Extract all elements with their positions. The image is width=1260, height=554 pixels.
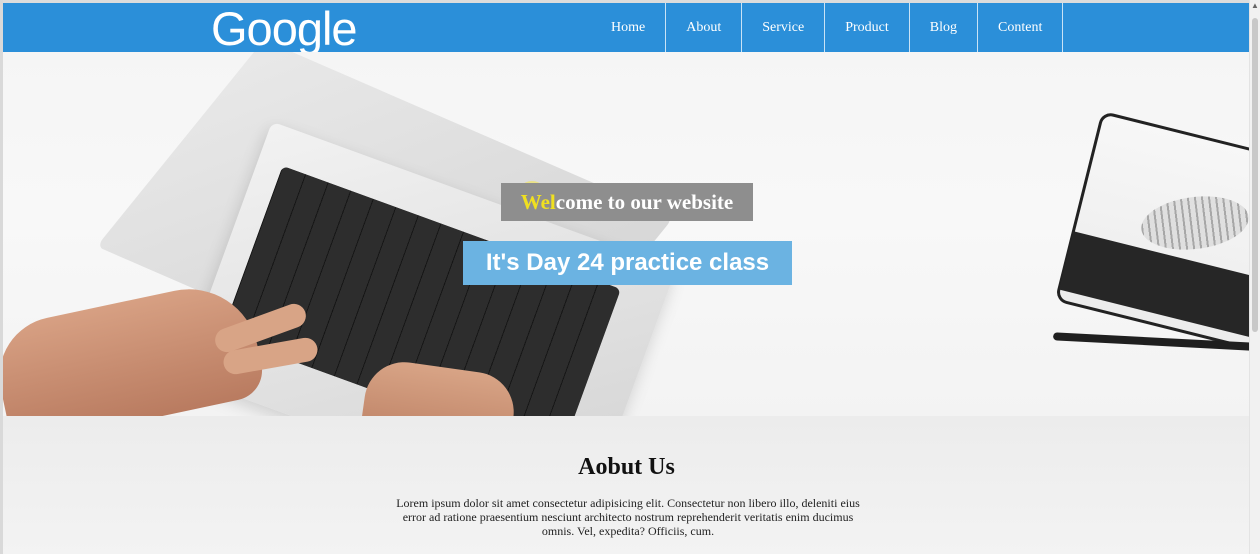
nav-item-service[interactable]: Service — [742, 3, 826, 52]
scroll-up-arrow-icon[interactable]: ▲ — [1251, 2, 1259, 10]
welcome-text: come to our website — [555, 189, 734, 214]
vertical-scrollbar[interactable]: ▲ — [1249, 0, 1260, 554]
scrollbar-thumb[interactable] — [1252, 18, 1258, 332]
nav-menu: Home About Service Product Blog Content — [595, 3, 1064, 52]
hero-section — [3, 52, 1250, 416]
nav-item-blog[interactable]: Blog — [910, 3, 978, 52]
nav-item-home[interactable]: Home — [595, 3, 667, 52]
nav-item-product[interactable]: Product — [825, 3, 910, 52]
welcome-banner: Wel come to our website — [501, 183, 753, 221]
welcome-highlight-text: Wel — [520, 189, 556, 214]
about-text: Lorem ipsum dolor sit amet consectetur a… — [396, 496, 860, 538]
nav-item-about[interactable]: About — [666, 3, 743, 52]
about-title: Aobut Us — [578, 454, 675, 480]
site-logo[interactable]: Google — [211, 1, 358, 56]
nav-item-content[interactable]: Content — [978, 3, 1064, 52]
navbar: Google Home About Service Product Blog C… — [3, 2, 1250, 55]
practice-class-button[interactable]: It's Day 24 practice class — [463, 241, 792, 285]
about-section: Aobut Us Lorem ipsum dolor sit amet cons… — [3, 416, 1250, 554]
